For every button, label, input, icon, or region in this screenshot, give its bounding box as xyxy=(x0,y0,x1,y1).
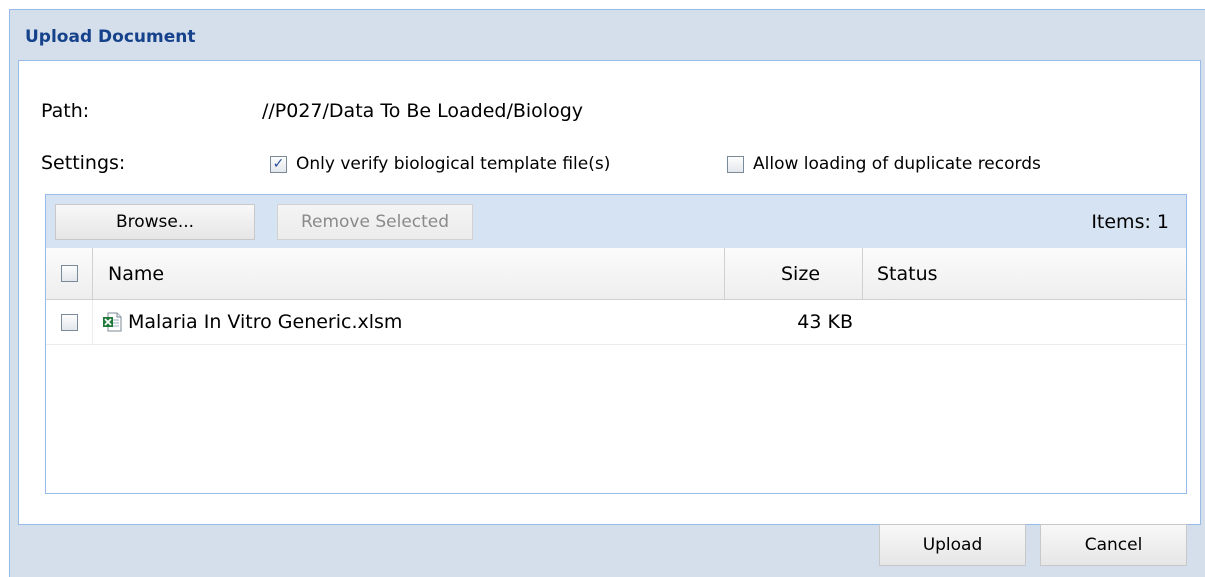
remove-selected-button[interactable]: Remove Selected xyxy=(277,204,473,240)
table-row[interactable]: Malaria In Vitro Generic.xlsm 43 KB xyxy=(46,300,1186,345)
excel-file-icon xyxy=(103,312,122,332)
browse-button[interactable]: Browse... xyxy=(55,204,255,240)
verify-only-label: Only verify biological template file(s) xyxy=(296,154,611,174)
file-size: 43 KB xyxy=(797,311,853,333)
select-all-cell xyxy=(46,248,93,299)
row-checkbox[interactable] xyxy=(60,313,78,331)
row-select-cell xyxy=(46,300,93,344)
unchecked-icon[interactable] xyxy=(727,155,744,173)
column-header-status[interactable]: Status xyxy=(863,248,1186,299)
path-label: Path: xyxy=(41,100,90,122)
select-all-checkbox[interactable] xyxy=(60,265,78,282)
column-header-size[interactable]: Size xyxy=(725,248,863,299)
verify-only-checkbox[interactable]: ✓ Only verify biological template file(s… xyxy=(270,154,610,174)
grid-toolbar: Browse... Remove Selected Items: 1 xyxy=(46,195,1186,248)
items-count: Items: 1 xyxy=(1091,211,1169,233)
column-header-name[interactable]: Name xyxy=(93,248,725,299)
file-name: Malaria In Vitro Generic.xlsm xyxy=(128,311,403,333)
path-value: //P027/Data To Be Loaded/Biology xyxy=(262,100,584,122)
checked-icon[interactable]: ✓ xyxy=(270,155,287,173)
file-name-cell: Malaria In Vitro Generic.xlsm xyxy=(93,300,725,344)
cancel-button[interactable]: Cancel xyxy=(1040,524,1187,566)
grid-header: Name Size Status xyxy=(46,248,1186,300)
settings-label: Settings: xyxy=(41,152,126,174)
file-status xyxy=(863,300,1186,344)
upload-document-dialog: Upload Document Path: //P027/Data To Be … xyxy=(9,9,1205,577)
dialog-body: Path: //P027/Data To Be Loaded/Biology S… xyxy=(18,60,1201,525)
file-grid: Browse... Remove Selected Items: 1 Name … xyxy=(45,194,1187,494)
allow-duplicates-label: Allow loading of duplicate records xyxy=(753,154,1041,174)
dialog-title: Upload Document xyxy=(25,27,196,47)
allow-duplicates-checkbox[interactable]: Allow loading of duplicate records xyxy=(727,154,1041,174)
upload-button[interactable]: Upload xyxy=(879,524,1026,566)
